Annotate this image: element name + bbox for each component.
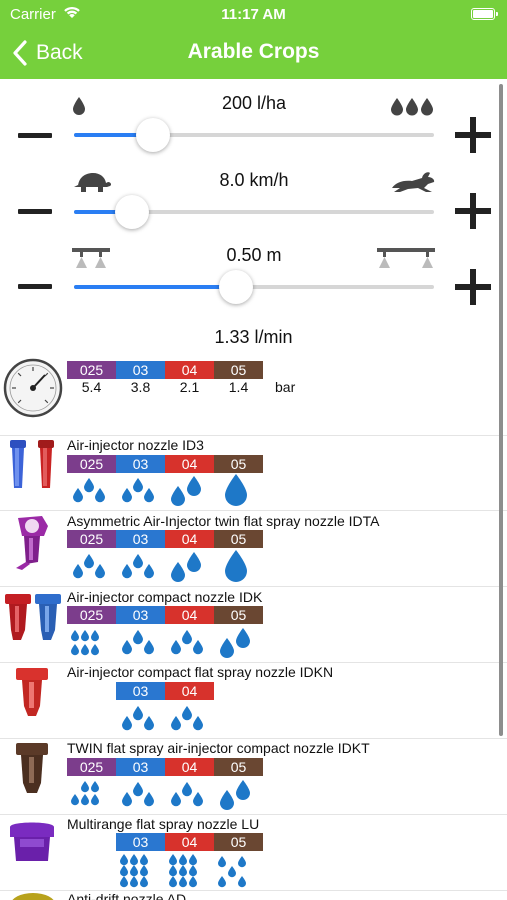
nozzle-idkt-image: [16, 743, 48, 793]
pressure-value-025: 5.4: [81, 379, 102, 395]
pressure-value-04: 2.1: [179, 379, 200, 395]
size-chip-03: 03: [116, 606, 165, 624]
size-chip-03: 03: [116, 758, 165, 776]
clock: 11:17 AM: [221, 6, 286, 23]
size-chip-04: 04: [165, 530, 214, 548]
scroll-indicator[interactable]: [499, 84, 503, 736]
list-divider: [0, 435, 507, 436]
size-chip-05: 05: [214, 361, 263, 379]
speed-control: 8.0 km/h: [0, 164, 507, 240]
nozzle-size-chips: 025 03 04 05: [67, 758, 263, 776]
status-bar: Carrier 11:17 AM: [0, 0, 507, 28]
nozzle-size-chips: 025 03 04 05: [67, 530, 263, 548]
nozzle-size-chips: 03 04 05: [116, 833, 263, 851]
size-chip-05: 05: [214, 606, 263, 624]
slider-fill: [74, 285, 236, 289]
nozzle-name: Air-injector nozzle ID3: [67, 437, 204, 453]
nozzle-size-chips: 03 04: [116, 682, 214, 700]
list-divider: [0, 662, 507, 663]
application-rate-value: 200 l/ha: [221, 93, 287, 113]
increase-spacing-button[interactable]: [455, 269, 491, 305]
size-chip-03: 03: [116, 455, 165, 473]
pressure-size-chips: 025 03 04 05: [67, 361, 263, 379]
nozzle-size-chips: 025 03 04 05: [67, 455, 263, 473]
pressure-gauge-icon: [3, 358, 63, 418]
nozzle-name: Air-injector compact flat spray nozzle I…: [67, 664, 334, 680]
droplet-size-icons: [71, 628, 250, 658]
nozzle-size-chips: 025 03 04 05: [67, 606, 263, 624]
droplet-size-icons: [73, 550, 247, 582]
rabbit-icon: [392, 172, 435, 192]
list-divider: [0, 510, 507, 511]
size-chip-025: 025: [67, 455, 116, 473]
size-chip-03: 03: [116, 833, 165, 851]
nav-row: Back Arable Crops: [0, 28, 507, 79]
navigation-bar: Carrier 11:17 AM Back Arable Crops: [0, 0, 507, 79]
nozzle-idta-image: [16, 516, 48, 570]
droplet-size-icons: [120, 854, 246, 888]
list-divider: [0, 814, 507, 815]
size-chip-03: 03: [116, 530, 165, 548]
size-chip-04: 04: [165, 455, 214, 473]
size-chip-04: 04: [165, 606, 214, 624]
size-chip-05: 05: [214, 530, 263, 548]
list-divider: [0, 738, 507, 739]
page-title: Arable Crops: [187, 40, 320, 63]
nozzle-name: TWIN flat spray air-injector compact noz…: [67, 740, 370, 756]
nozzle-lu-image: [10, 822, 54, 861]
decrease-spacing-button[interactable]: [18, 284, 52, 289]
nozzle-name: Asymmetric Air-Injector twin flat spray …: [67, 513, 380, 529]
droplet-size-icons: [71, 780, 250, 810]
size-chip-04: 04: [165, 758, 214, 776]
size-chip-025: 025: [67, 530, 116, 548]
size-chip-04: 04: [165, 833, 214, 851]
droplet-size-icons: [122, 706, 203, 731]
nozzle-spacing-slider[interactable]: [74, 270, 434, 304]
size-chip-03: 03: [116, 682, 165, 700]
speed-value: 8.0 km/h: [219, 170, 289, 190]
size-chip-05: 05: [214, 833, 263, 851]
nozzle-idk-image: [5, 594, 61, 640]
wide-boom-icon: [377, 248, 435, 268]
slider-thumb[interactable]: [136, 118, 171, 152]
nozzle-idkn-image: [16, 668, 48, 716]
nozzle-id3-image: [10, 440, 54, 488]
increase-speed-button[interactable]: [455, 193, 491, 229]
app-screen: Carrier 11:17 AM Back Arable Crops 200 l…: [0, 0, 507, 900]
flow-rate-value: 1.33 l/min: [214, 327, 293, 347]
size-chip-04: 04: [165, 682, 214, 700]
nozzle-spacing-control: 0.50 m: [0, 240, 507, 316]
size-chip-04: 04: [165, 361, 214, 379]
decrease-rate-button[interactable]: [18, 133, 52, 138]
application-rate-control: 200 l/ha: [0, 88, 507, 164]
pressure-values: 5.4 3.8 2.1 1.4: [67, 379, 263, 395]
three-drops-icon: [391, 98, 433, 116]
size-chip-025: 025: [67, 758, 116, 776]
size-chip-025: 025: [67, 606, 116, 624]
nozzle-name: Air-injector compact nozzle IDK: [67, 589, 263, 605]
slider-thumb[interactable]: [219, 270, 253, 304]
speed-slider[interactable]: [74, 195, 434, 229]
decrease-speed-button[interactable]: [18, 209, 52, 214]
nozzle-ad-image: [12, 893, 54, 900]
size-chip-03: 03: [116, 361, 165, 379]
battery-icon: [471, 8, 498, 20]
nozzle-name: Anti-drift nozzle AD: [67, 891, 187, 900]
size-chip-05: 05: [214, 455, 263, 473]
nozzle-name: Multirange flat spray nozzle LU: [67, 816, 260, 832]
increase-rate-button[interactable]: [455, 117, 491, 153]
pressure-value-03: 3.8: [130, 379, 151, 395]
slider-thumb[interactable]: [114, 195, 149, 229]
application-rate-slider[interactable]: [74, 118, 434, 152]
size-chip-05: 05: [214, 758, 263, 776]
droplet-size-icons: [73, 474, 247, 506]
pressure-unit: bar: [275, 379, 296, 395]
pressure-value-05: 1.4: [228, 379, 249, 395]
size-chip-025: 025: [67, 361, 116, 379]
list-divider: [0, 586, 507, 587]
